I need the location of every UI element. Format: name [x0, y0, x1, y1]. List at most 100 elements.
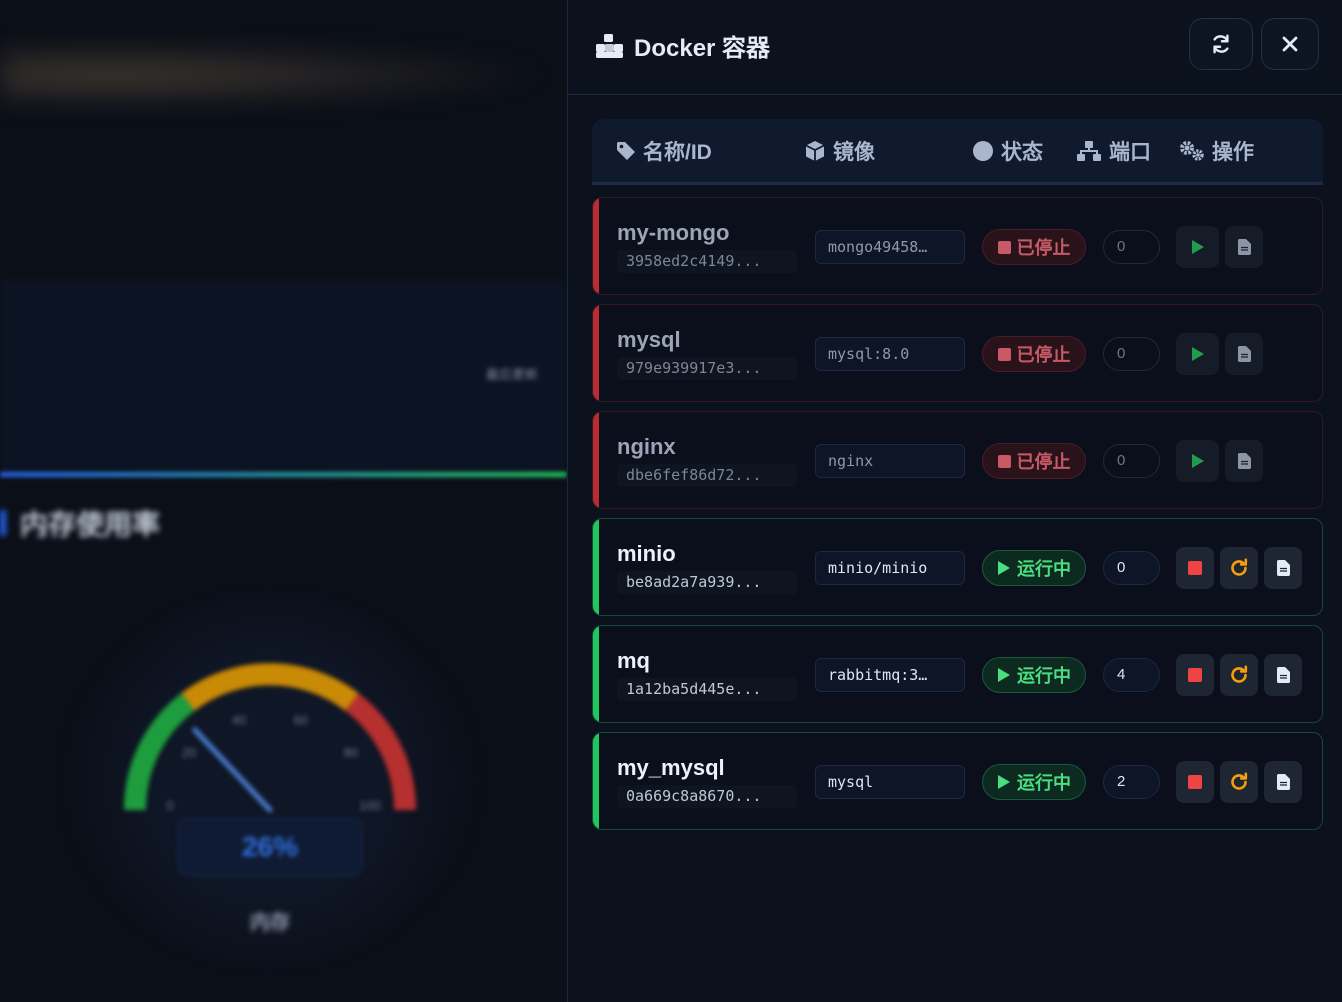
stop-icon: [1188, 775, 1202, 789]
status-badge: 运行中: [982, 550, 1086, 586]
network-icon: [1077, 140, 1101, 161]
gauge-value: 26%: [178, 818, 362, 876]
start-button[interactable]: [1176, 440, 1219, 482]
logs-button[interactable]: [1264, 547, 1302, 589]
docker-drawer: Docker 容器 名称/ID 镜像 状态 端口 操作 my-mongo 395…: [567, 0, 1342, 1002]
container-id: 1a12ba5d445e...: [617, 678, 797, 701]
container-image: rabbitmq:3…: [815, 658, 965, 692]
status-badge: 运行中: [982, 657, 1086, 693]
gauge-tick-label: 80: [344, 745, 358, 760]
gears-icon: [1180, 140, 1204, 161]
close-icon: [1282, 36, 1298, 52]
section-accent-bar: [0, 510, 6, 536]
memory-section-title: 内存使用率: [0, 505, 160, 541]
gauge-tick-label: 100: [359, 798, 381, 813]
status-accent-bar: [593, 626, 599, 722]
gauge-tick-label: 0: [166, 798, 173, 813]
logs-button[interactable]: [1225, 226, 1263, 268]
column-header-name: 名称/ID: [616, 119, 712, 182]
stop-button[interactable]: [1176, 761, 1214, 803]
restart-button[interactable]: [1220, 761, 1258, 803]
document-icon: [1276, 560, 1290, 576]
header-glow: [0, 40, 560, 110]
container-name: nginx: [617, 434, 676, 459]
background-progress-line: [0, 472, 567, 477]
restart-icon: [1231, 558, 1248, 576]
status-badge-text: 运行中: [1017, 773, 1071, 793]
port-count: 0: [1103, 444, 1160, 478]
gauge-tick-label: 20: [182, 745, 196, 760]
restart-button[interactable]: [1220, 547, 1258, 589]
container-id: 3958ed2c4149...: [617, 250, 797, 273]
cube-icon: [805, 140, 825, 161]
status-badge-text: 已停止: [1016, 452, 1071, 472]
column-header-image-label: 镜像: [833, 140, 875, 164]
stop-button[interactable]: [1176, 547, 1214, 589]
restart-button[interactable]: [1220, 654, 1258, 696]
start-button[interactable]: [1176, 226, 1219, 268]
container-id: be8ad2a7a939...: [617, 571, 797, 594]
column-header-actions-label: 操作: [1212, 140, 1254, 164]
restart-icon: [1231, 772, 1248, 790]
status-badge-text: 运行中: [1017, 666, 1071, 686]
column-header-name-label: 名称/ID: [643, 140, 712, 164]
close-button[interactable]: [1261, 18, 1319, 70]
drawer-title-text: Docker 容器: [634, 35, 771, 62]
document-icon: [1237, 346, 1251, 362]
logs-button[interactable]: [1264, 654, 1302, 696]
background-dashboard: 最后更新 内存使用率 0 20 40 60 80 100 26% 内存: [0, 0, 567, 1002]
docker-icon: [596, 33, 623, 58]
container-id: 0a669c8a8670...: [617, 785, 797, 808]
port-count: 2: [1103, 765, 1160, 799]
status-accent-bar: [593, 305, 599, 401]
column-header-image: 镜像: [804, 119, 875, 182]
container-name: minio: [617, 541, 676, 566]
status-accent-bar: [593, 412, 599, 508]
container-image: mysql:8.0: [815, 337, 965, 371]
tag-icon: [617, 141, 635, 160]
port-count: 4: [1103, 658, 1160, 692]
status-accent-bar: [593, 733, 599, 829]
container-image: minio/minio: [815, 551, 965, 585]
status-badge: 已停止: [982, 229, 1086, 265]
port-count: 0: [1103, 337, 1160, 371]
logs-button[interactable]: [1264, 761, 1302, 803]
logs-button[interactable]: [1225, 440, 1263, 482]
container-name: my-mongo: [617, 220, 730, 245]
status-badge: 已停止: [982, 336, 1086, 372]
container-name: mysql: [617, 327, 681, 352]
refresh-button[interactable]: [1189, 18, 1253, 70]
play-icon: [998, 561, 1010, 575]
port-count: 0: [1103, 230, 1160, 264]
table-row: minio be8ad2a7a939... minio/minio 运行中 0: [592, 518, 1323, 616]
table-row: nginx dbe6fef86d72... nginx 已停止 0: [592, 411, 1323, 509]
gauge-arc-green: [123, 693, 195, 811]
container-id: dbe6fef86d72...: [617, 464, 797, 487]
column-header-status: 状态: [972, 119, 1043, 182]
gauge-label: 内存: [250, 912, 290, 934]
gauge-arc-red: [345, 693, 417, 811]
start-button[interactable]: [1176, 333, 1219, 375]
stop-icon: [997, 454, 1011, 468]
stop-button[interactable]: [1176, 654, 1214, 696]
table-row: my_mysql 0a669c8a8670... mysql 运行中 2: [592, 732, 1323, 830]
port-count: 0: [1103, 551, 1160, 585]
play-icon: [1191, 347, 1204, 361]
status-accent-bar: [593, 198, 599, 294]
restart-icon: [1231, 665, 1248, 683]
container-name: my_mysql: [617, 755, 725, 780]
last-update-text: 最后更新: [486, 367, 539, 382]
table-row: mq 1a12ba5d445e... rabbitmq:3… 运行中 4: [592, 625, 1323, 723]
container-image: nginx: [815, 444, 965, 478]
container-id: 979e939917e3...: [617, 357, 797, 380]
column-header-ports-label: 端口: [1109, 140, 1151, 164]
status-badge-text: 运行中: [1017, 559, 1071, 579]
document-icon: [1237, 453, 1251, 469]
gauge-tick-label: 40: [232, 712, 246, 727]
logs-button[interactable]: [1225, 333, 1263, 375]
circle-icon: [973, 140, 993, 161]
refresh-icon: [1213, 34, 1229, 54]
container-image: mysql: [815, 765, 965, 799]
stop-icon: [1188, 561, 1202, 575]
table-row: mysql 979e939917e3... mysql:8.0 已停止 0: [592, 304, 1323, 402]
